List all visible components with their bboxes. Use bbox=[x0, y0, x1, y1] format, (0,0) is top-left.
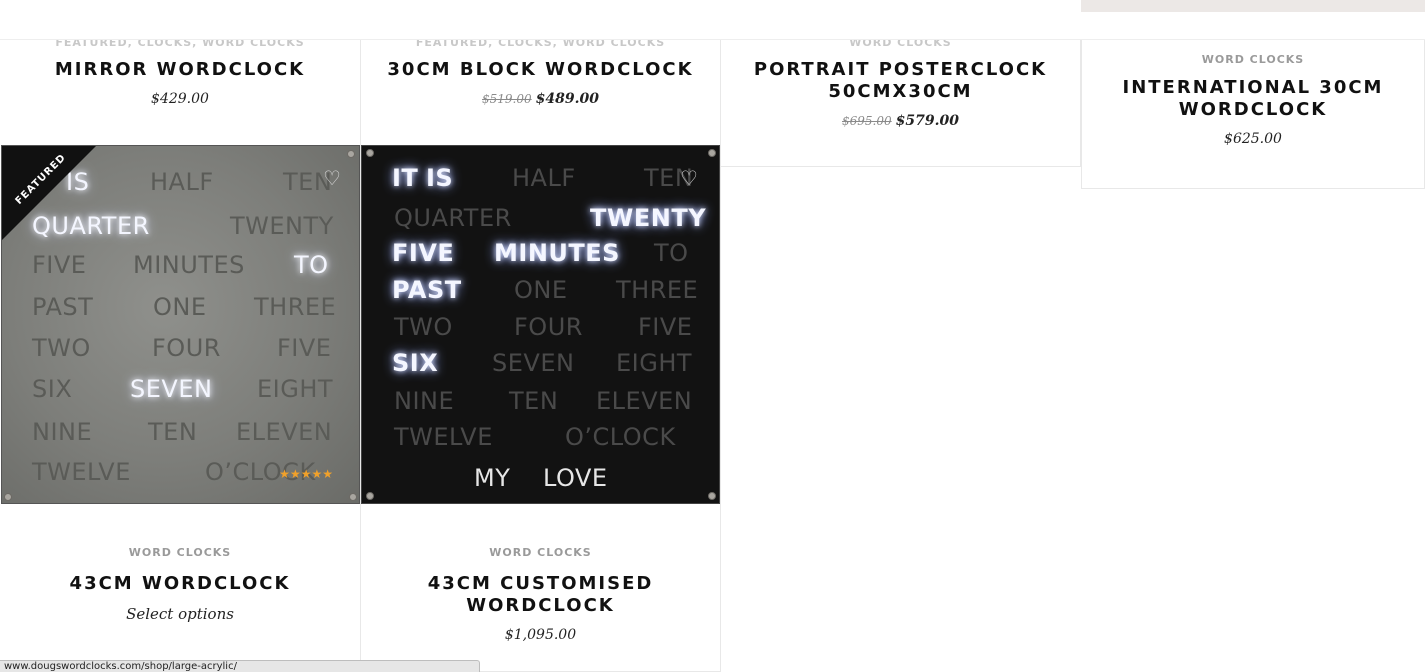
star-icon: ★ bbox=[311, 467, 323, 481]
clock-word: TWENTY bbox=[590, 204, 707, 232]
old-price: $519.00 bbox=[482, 92, 532, 106]
product-card-international-30cm[interactable]: WORD CLOCKS INTERNATIONAL 30CM WORDCLOCK… bbox=[1081, 40, 1425, 189]
product-category[interactable]: WORD CLOCKS bbox=[1082, 53, 1424, 66]
clock-word: EIGHT bbox=[257, 375, 334, 403]
product-price: $1,095.00 bbox=[361, 627, 720, 643]
heart-outline-icon[interactable]: ♡ bbox=[323, 166, 341, 190]
clock-word: HALF bbox=[512, 164, 576, 192]
product-card-43cm-customised-wordclock[interactable]: IT IS HALF TEN QUARTER TWENTY FIVE MINUT… bbox=[361, 145, 721, 672]
product-card-30cm-block-wordclock[interactable]: FEATURED, CLOCKS, WORD CLOCKS 30CM BLOCK… bbox=[361, 36, 721, 146]
product-image[interactable]: IT IS HALF TEN QUARTER TWENTY FIVE MINUT… bbox=[361, 145, 720, 504]
clock-word: NINE bbox=[32, 418, 93, 446]
clock-word: EIGHT bbox=[616, 349, 693, 377]
clock-word: TEN bbox=[509, 387, 559, 415]
product-category[interactable]: WORD CLOCKS bbox=[0, 546, 360, 559]
clock-word: THREE bbox=[254, 293, 337, 321]
product-price: $695.00 $579.00 bbox=[721, 113, 1080, 129]
status-bar-url: www.dougswordclocks.com/shop/large-acryl… bbox=[0, 660, 480, 672]
clock-word: MINUTES bbox=[133, 251, 245, 279]
clock-word: PAST bbox=[392, 276, 462, 304]
clock-word: O’CLOCK bbox=[565, 423, 676, 451]
star-icon: ★ bbox=[279, 467, 290, 481]
clock-word: FIVE bbox=[32, 251, 87, 279]
clock-word: FIVE bbox=[638, 313, 693, 341]
product-image[interactable]: IS HALF TEN QUARTER TWENTY FIVE MINUTES … bbox=[1, 145, 360, 504]
price-value: $429.00 bbox=[151, 91, 209, 107]
clock-word: FIVE bbox=[392, 239, 455, 267]
featured-ribbon bbox=[2, 146, 96, 240]
clock-word: TWELVE bbox=[394, 423, 493, 451]
clock-word: TO bbox=[294, 251, 329, 279]
sale-price: $489.00 bbox=[535, 91, 599, 107]
site-header bbox=[0, 0, 1425, 40]
clock-word: TO bbox=[654, 239, 689, 267]
clock-word: TWELVE bbox=[32, 458, 131, 486]
product-category[interactable]: WORD CLOCKS bbox=[361, 546, 720, 559]
product-price: $625.00 bbox=[1082, 131, 1424, 147]
clock-word: HALF bbox=[150, 168, 214, 196]
product-title[interactable]: INTERNATIONAL 30CM WORDCLOCK bbox=[1082, 77, 1424, 121]
clock-word: TEN bbox=[148, 418, 198, 446]
clock-word: FOUR bbox=[152, 334, 221, 362]
product-price: $429.00 bbox=[0, 91, 360, 107]
sale-price: $579.00 bbox=[895, 113, 959, 129]
clock-word: ONE bbox=[514, 276, 568, 304]
product-title[interactable]: MIRROR WORDCLOCK bbox=[0, 59, 360, 81]
screw bbox=[4, 493, 12, 501]
price-value: $1,095.00 bbox=[504, 627, 577, 643]
clock-word: IS bbox=[426, 164, 454, 192]
price-value: $625.00 bbox=[1224, 131, 1282, 147]
star-rating: ★★★★★ bbox=[279, 467, 333, 481]
clock-word: TWENTY bbox=[230, 212, 334, 240]
clock-word: SEVEN bbox=[492, 349, 575, 377]
screw bbox=[366, 492, 374, 500]
heart-outline-icon[interactable]: ♡ bbox=[680, 166, 698, 190]
old-price: $695.00 bbox=[842, 114, 892, 128]
product-title[interactable]: PORTRAIT POSTERCLOCK 50CMX30CM bbox=[721, 59, 1080, 103]
star-icon: ★ bbox=[289, 467, 301, 481]
product-image-edge bbox=[1081, 0, 1425, 12]
clock-word: MINUTES bbox=[494, 239, 620, 267]
clock-word: ELEVEN bbox=[596, 387, 693, 415]
clock-word: TWO bbox=[32, 334, 91, 362]
clock-word: IT bbox=[392, 164, 419, 192]
clock-word: MY bbox=[474, 464, 511, 492]
clock-word: SEVEN bbox=[130, 375, 213, 403]
screw bbox=[366, 149, 374, 157]
clock-word: ONE bbox=[153, 293, 207, 321]
clock-word: ELEVEN bbox=[236, 418, 333, 446]
product-card-mirror-wordclock[interactable]: FEATURED, CLOCKS, WORD CLOCKS MIRROR WOR… bbox=[0, 36, 361, 146]
screw bbox=[708, 149, 716, 157]
screw bbox=[708, 492, 716, 500]
star-icon: ★ bbox=[322, 467, 333, 481]
clock-word: QUARTER bbox=[394, 204, 512, 232]
product-card-43cm-wordclock[interactable]: IS HALF TEN QUARTER TWENTY FIVE MINUTES … bbox=[0, 145, 361, 672]
clock-word: FIVE bbox=[277, 334, 332, 362]
clock-word: SIX bbox=[392, 349, 439, 377]
screw bbox=[349, 493, 357, 501]
clock-word: THREE bbox=[616, 276, 699, 304]
product-price: $519.00 $489.00 bbox=[361, 91, 720, 107]
clock-word: PAST bbox=[32, 293, 94, 321]
product-title[interactable]: 43CM WORDCLOCK bbox=[0, 573, 360, 595]
clock-word: TWO bbox=[394, 313, 453, 341]
product-card-portrait-posterclock[interactable]: WORD CLOCKS PORTRAIT POSTERCLOCK 50CMX30… bbox=[721, 36, 1081, 167]
product-title[interactable]: 43CM CUSTOMISED WORDCLOCK bbox=[361, 573, 720, 617]
star-icon: ★ bbox=[300, 467, 312, 481]
product-title[interactable]: 30CM BLOCK WORDCLOCK bbox=[361, 59, 720, 81]
clock-word: SIX bbox=[32, 375, 73, 403]
clock-word: LOVE bbox=[543, 464, 608, 492]
select-options-link[interactable]: Select options bbox=[0, 605, 360, 623]
clock-word: FOUR bbox=[514, 313, 583, 341]
clock-word: NINE bbox=[394, 387, 455, 415]
screw bbox=[347, 150, 355, 158]
